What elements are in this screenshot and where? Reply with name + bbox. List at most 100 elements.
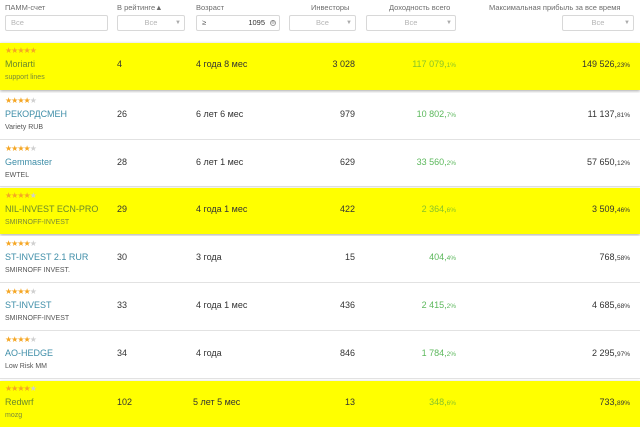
account-filter-placeholder: Все: [11, 18, 24, 27]
manager-name: EWTEL: [5, 172, 30, 179]
account-name-link[interactable]: Moriarti: [5, 59, 35, 69]
investors-filter-select[interactable]: Все ▼: [289, 15, 356, 31]
manager-name: SMIRNOFF-INVEST: [5, 315, 70, 322]
col-header-age[interactable]: Возраст: [196, 3, 224, 12]
clear-icon[interactable]: ®: [270, 20, 276, 26]
total-yield-decimal: 7%: [446, 112, 456, 119]
account-name-link[interactable]: РЕКОРДСМЕН: [5, 109, 67, 119]
rating-stars: ★★★★★: [5, 191, 37, 200]
total-yield: 117 079,1%: [412, 59, 456, 69]
max-profit-decimal: 12%: [616, 160, 630, 167]
rating-stars: ★★★★★: [5, 144, 37, 153]
table-row[interactable]: ★★★★★ Gemmaster EWTEL 28 6 лет 1 мес 629 33 56…: [0, 141, 640, 187]
account-name-link[interactable]: ST-INVEST: [5, 300, 52, 310]
max-profit-decimal: 68%: [616, 303, 630, 310]
max-profit-decimal: 81%: [616, 112, 630, 119]
max-profit-decimal: 46%: [616, 207, 630, 214]
max-profit-main: 3 509,: [591, 204, 617, 214]
yield-filter-value: Все: [404, 18, 418, 27]
col-header-investors[interactable]: Инвесторы: [311, 3, 349, 12]
rating-stars: ★★★★★: [5, 96, 37, 105]
account-age: 6 лет 1 мес: [196, 157, 244, 167]
rating-stars: ★★★★★: [5, 335, 37, 344]
col-header-max-profit[interactable]: Максимальная прибыль за все время: [489, 3, 621, 12]
chevron-down-icon: ▼: [175, 20, 181, 26]
account-age: 4 года 1 мес: [196, 204, 248, 214]
total-yield: 2 364,6%: [422, 204, 456, 214]
total-yield: 33 560,2%: [417, 157, 456, 167]
account-age: 4 года: [196, 348, 222, 358]
table-row[interactable]: ★★★★★ РЕКОРДСМЕН Variety RUB 26 6 лет 6 мес 9…: [0, 93, 640, 140]
manager-name: Variety RUB: [5, 124, 43, 131]
account-name-link[interactable]: Redwrf: [5, 397, 34, 407]
rating-position: 33: [117, 300, 128, 310]
manager-name: Low Risk MM: [5, 363, 48, 370]
col-header-account[interactable]: ПАММ-счет: [5, 3, 45, 12]
account-name-link[interactable]: NIL-INVEST ECN-PRO: [5, 204, 98, 214]
investors-count: 629: [339, 157, 355, 167]
table-header: ПАММ-счет В рейтинге▲ Возраст Инвесторы …: [0, 0, 640, 40]
yield-filter-select[interactable]: Все ▼: [366, 15, 456, 31]
manager-name: mozg: [5, 412, 23, 419]
total-yield-decimal: 4%: [446, 255, 456, 262]
col-header-rating[interactable]: В рейтинге▲: [117, 3, 163, 12]
max-profit: 733,89%: [599, 397, 630, 407]
age-filter-value: 1095: [248, 18, 265, 27]
total-yield: 2 415,2%: [422, 300, 456, 310]
account-age: 4 года 1 мес: [196, 300, 248, 310]
max-profit-main: 768,: [599, 252, 617, 262]
account-name-link[interactable]: Gemmaster: [5, 157, 52, 167]
max-profit: 2 295,97%: [592, 348, 630, 358]
table-row[interactable]: ★★★★★ Moriarti support lines 4 4 года 8 мес 3…: [0, 43, 640, 90]
star-icon: ★: [29, 384, 37, 393]
investors-count: 846: [339, 348, 355, 358]
star-icon: ★: [29, 144, 37, 153]
investors-count: 436: [339, 300, 355, 310]
table-row[interactable]: ★★★★★ ST-INVEST 2.1 RUR SMIRNOFF INVEST. 30…: [0, 236, 640, 283]
table-row[interactable]: ★★★★★ Redwrf mozg 102 5 лет 5 мес 13 348,6% 733…: [0, 381, 640, 427]
max-profit-main: 733,: [599, 397, 617, 407]
total-yield-main: 117 079,: [412, 59, 447, 69]
account-name-link[interactable]: ST-INVEST 2.1 RUR: [5, 252, 88, 262]
max-profit-filter-value: Все: [591, 18, 605, 27]
rating-filter-select[interactable]: Все ▼: [117, 15, 185, 31]
star-icon: ★: [29, 287, 37, 296]
account-filter-input[interactable]: Все: [5, 15, 108, 31]
rating-position: 34: [117, 348, 128, 358]
table-row[interactable]: ★★★★★ ST-INVEST SMIRNOFF-INVEST 33 4 года 1 …: [0, 284, 640, 331]
max-profit-filter-select[interactable]: Все ▼: [562, 15, 634, 31]
total-yield-main: 1 784,: [421, 348, 447, 358]
age-filter-input[interactable]: ≥ 1095 ®: [196, 15, 280, 31]
table-row[interactable]: ★★★★★ AO-HEDGE Low Risk MM 34 4 года 846 1 784…: [0, 332, 640, 379]
investors-count: 979: [339, 109, 355, 119]
chevron-down-icon: ▼: [624, 20, 630, 26]
account-age: 6 лет 6 мес: [196, 109, 244, 119]
star-icon: ★: [29, 239, 37, 248]
account-age: 5 лет 5 мес: [193, 397, 241, 407]
investors-count: 422: [339, 204, 355, 214]
max-profit-main: 4 685,: [591, 300, 617, 310]
table-row[interactable]: ★★★★★ NIL-INVEST ECN-PRO SMIRNOFF-INVEST 29…: [0, 188, 640, 234]
total-yield-main: 10 802,: [416, 109, 447, 119]
total-yield: 10 802,7%: [417, 109, 456, 119]
investors-filter-value: Все: [316, 18, 329, 27]
total-yield-decimal: 2%: [446, 351, 456, 358]
total-yield-decimal: 6%: [446, 400, 456, 407]
total-yield-main: 404,: [429, 252, 447, 262]
total-yield: 1 784,2%: [422, 348, 456, 358]
max-profit-main: 2 295,: [591, 348, 617, 358]
account-name-link[interactable]: AO-HEDGE: [5, 348, 53, 358]
max-profit-decimal: 89%: [616, 400, 630, 407]
star-icon: ★: [29, 191, 37, 200]
age-filter-operator[interactable]: ≥: [202, 16, 206, 30]
col-header-yield[interactable]: Доходность всего: [389, 3, 450, 12]
max-profit: 11 137,81%: [588, 109, 630, 119]
max-profit-main: 11 137,: [587, 109, 617, 119]
rating-stars: ★★★★★: [5, 287, 37, 296]
account-age: 3 года: [196, 252, 222, 262]
star-icon: ★: [29, 96, 37, 105]
rating-position: 4: [117, 59, 123, 69]
total-yield-decimal: 6%: [446, 207, 456, 214]
chevron-down-icon: ▼: [446, 20, 452, 26]
rating-stars: ★★★★★: [5, 384, 37, 393]
